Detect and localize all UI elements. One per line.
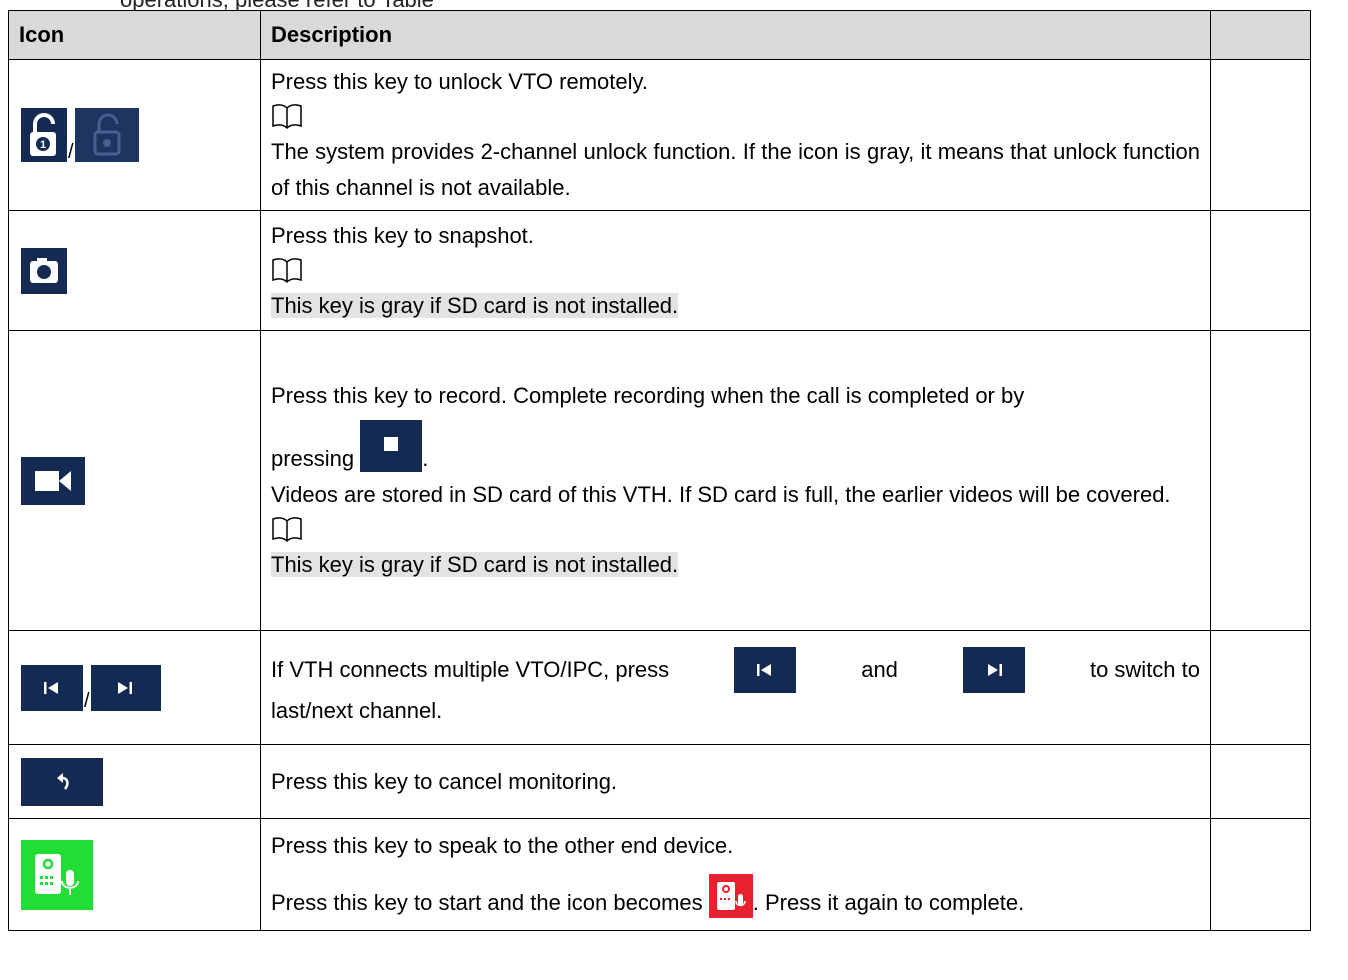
extra-cell (1210, 744, 1311, 819)
camera-icon (21, 247, 67, 294)
description-cell: Press this key to unlock VTO remotely. T… (260, 59, 1211, 211)
description-note-2: This key is gray if SD card is not insta… (271, 552, 679, 577)
description-cell: Press this key to snapshot. This key is … (260, 210, 1211, 331)
icon-separator: / (84, 689, 90, 712)
description-note: The system provides 2-channel unlock fun… (271, 139, 1200, 200)
icon-description-table: Icon Description 1 / Press this key to u… (8, 10, 1311, 931)
icon-separator: / (68, 141, 74, 163)
table-row: Press this key to record. Complete recor… (8, 330, 1311, 631)
table-row: / If VTH connects multiple VTO/IPC, pres… (8, 630, 1311, 745)
extra-cell (1210, 630, 1311, 745)
next-channel-icon (90, 664, 161, 711)
description-cell: If VTH connects multiple VTO/IPC, press … (260, 630, 1211, 745)
stop-icon (360, 420, 423, 472)
table-row: Press this key to speak to the other end… (8, 818, 1311, 931)
description-text: Press this key to snapshot. (271, 222, 534, 248)
unlock-gray-icon (74, 108, 139, 162)
header-extra (1210, 10, 1311, 60)
table-row: Press this key to snapshot. This key is … (8, 210, 1311, 331)
description-note: Videos are stored in SD card of this VTH… (271, 482, 1171, 507)
extra-cell (1210, 818, 1311, 931)
description-note: This key is gray if SD card is not insta… (271, 292, 679, 318)
icon-cell (8, 744, 261, 819)
icon-cell (8, 818, 261, 931)
next-channel-icon (962, 646, 1025, 693)
pressing-text: pressing (271, 446, 355, 471)
and-text: and (861, 656, 898, 682)
svg-text:1: 1 (40, 139, 46, 151)
extra-cell (1210, 59, 1311, 211)
description-text-2: last/next channel. (271, 697, 443, 723)
description-text: If VTH connects multiple VTO/IPC, press (271, 656, 670, 682)
description-cell: Press this key to cancel monitoring. (260, 744, 1211, 819)
header-icon: Icon (8, 10, 261, 60)
unlock-icon: 1 (21, 108, 67, 162)
description-text: Press this key to record. Complete recor… (271, 383, 1025, 408)
note-book-icon (272, 104, 302, 130)
switch-text: to switch to (1089, 656, 1200, 682)
header-description: Description (260, 10, 1211, 60)
description-cell: Press this key to speak to the other end… (260, 818, 1211, 931)
table-header-row: Icon Description (8, 10, 1311, 60)
table-row: Press this key to cancel monitoring. (8, 744, 1311, 819)
note-book-icon (272, 257, 302, 283)
description-cell: Press this key to record. Complete recor… (260, 330, 1211, 631)
note-book-icon (272, 517, 302, 543)
icon-cell (8, 210, 261, 331)
document-page: { "intro_text": "operations, please refe… (0, 0, 1348, 980)
icon-cell: 1 / (8, 59, 261, 211)
speak-icon (21, 839, 93, 910)
icon-cell: / (8, 630, 261, 745)
extra-cell (1210, 330, 1311, 631)
complete-text: . Press it again to complete. (752, 890, 1025, 915)
speaking-icon (708, 874, 753, 918)
previous-channel-icon (734, 646, 797, 693)
description-text: Press this key to unlock VTO remotely. (271, 69, 648, 94)
period-text: . (422, 446, 429, 471)
video-camera-icon (21, 456, 85, 505)
table-row: 1 / Press this key to unlock VTO remotel… (8, 59, 1311, 211)
description-text: Press this key to speak to the other end… (271, 833, 734, 858)
extra-cell (1210, 210, 1311, 331)
icon-cell (8, 330, 261, 631)
back-icon (21, 757, 103, 806)
previous-channel-icon (21, 664, 83, 711)
start-text: Press this key to start and the icon bec… (271, 890, 703, 915)
description-text: Press this key to cancel monitoring. (271, 768, 618, 794)
